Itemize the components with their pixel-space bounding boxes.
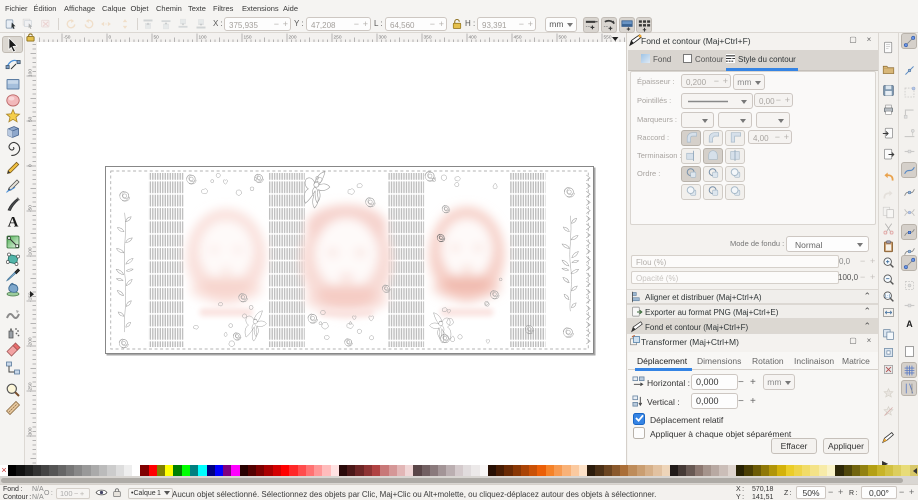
svg-text:100: 100: [199, 35, 207, 41]
svg-text:A: A: [906, 319, 913, 329]
svg-text:150: 150: [244, 35, 252, 41]
svg-text:400: 400: [469, 35, 477, 41]
svg-text:-50: -50: [28, 205, 34, 212]
svg-text:-50: -50: [64, 35, 71, 41]
svg-text:0: 0: [109, 35, 112, 41]
svg-text:50: 50: [28, 116, 34, 122]
svg-text:-300: -300: [28, 427, 34, 437]
svg-text:-100: -100: [28, 247, 34, 257]
svg-text:300: 300: [379, 35, 387, 41]
svg-text:50: 50: [154, 35, 160, 41]
svg-text:250: 250: [334, 35, 342, 41]
svg-text:100: 100: [28, 69, 34, 77]
svg-text:450: 450: [514, 35, 522, 41]
svg-text:0: 0: [28, 164, 34, 167]
svg-text:1:1: 1:1: [884, 294, 891, 300]
svg-text:A: A: [8, 215, 19, 230]
svg-text:200: 200: [289, 35, 297, 41]
svg-text:500: 500: [559, 35, 567, 41]
svg-text:-200: -200: [28, 337, 34, 347]
svg-text:350: 350: [424, 35, 432, 41]
svg-text:-250: -250: [28, 382, 34, 392]
svg-text:550: 550: [604, 35, 612, 41]
